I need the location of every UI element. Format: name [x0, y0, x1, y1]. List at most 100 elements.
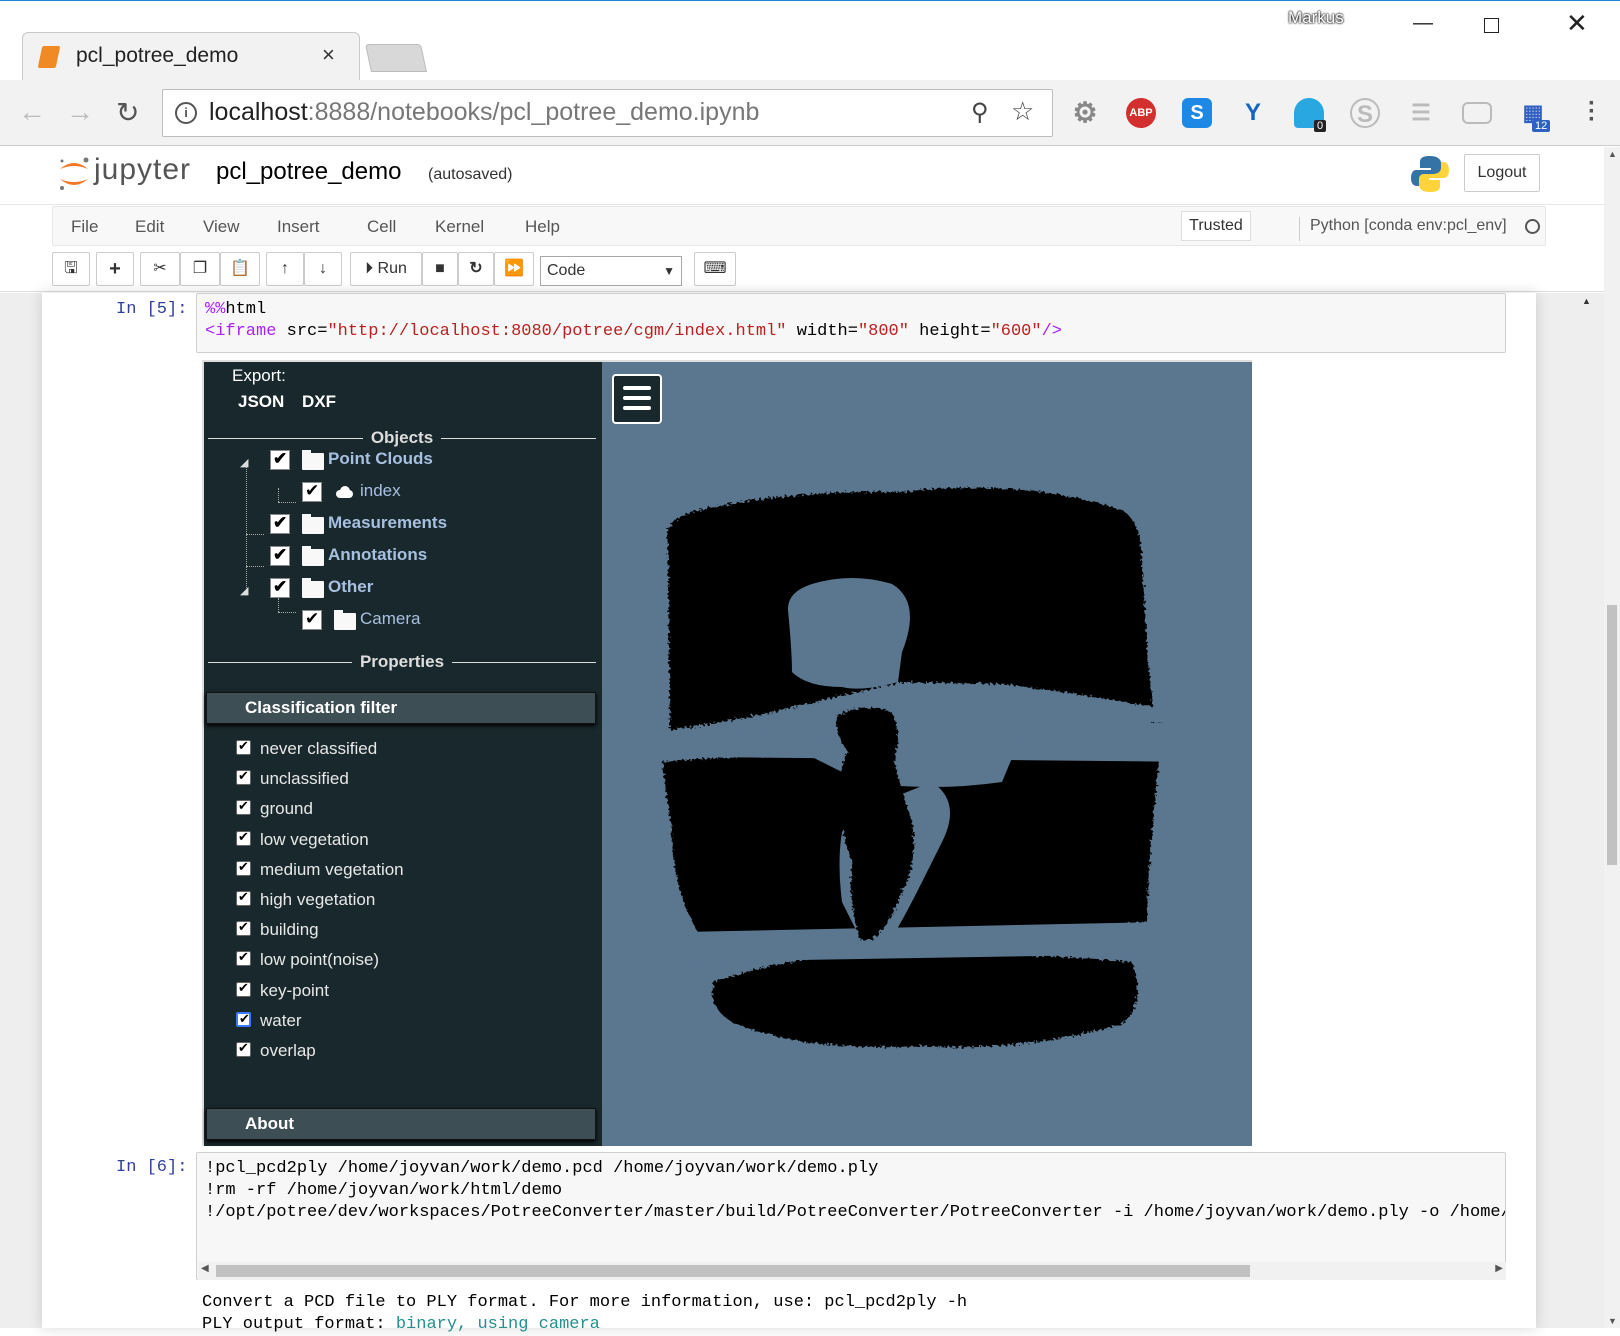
- copy-icon[interactable]: ❐: [180, 252, 220, 286]
- class-checkbox[interactable]: [236, 738, 251, 755]
- adblock-icon[interactable]: ABP: [1126, 98, 1156, 128]
- page-scrollbar[interactable]: ▲ ▼: [1604, 147, 1620, 1328]
- maximize-window-button[interactable]: [1484, 18, 1499, 33]
- output-highlight: binary, using camera: [395, 1315, 600, 1334]
- tree-line: [278, 612, 296, 613]
- skype-s-icon[interactable]: S: [1182, 98, 1212, 128]
- back-icon[interactable]: ←: [18, 96, 46, 128]
- skype-icon[interactable]: S: [1350, 98, 1380, 128]
- keyboard-icon[interactable]: ⌨: [694, 252, 736, 286]
- tree-item-measurements[interactable]: Measurements: [270, 512, 570, 538]
- camera-checkbox[interactable]: [302, 609, 322, 630]
- menu-toggle-button[interactable]: [612, 374, 662, 424]
- menu-kernel[interactable]: Kernel: [435, 217, 484, 237]
- save-icon[interactable]: 🖫: [52, 252, 90, 286]
- menu-edit[interactable]: Edit: [135, 217, 164, 237]
- bookmark-star-icon[interactable]: ☆: [1011, 96, 1034, 127]
- scrollbar-thumb[interactable]: [216, 1265, 1250, 1277]
- logout-button[interactable]: Logout: [1464, 154, 1540, 192]
- insert-cell-icon[interactable]: +: [96, 252, 134, 286]
- tree-line: [246, 534, 264, 535]
- paste-icon[interactable]: 📋: [220, 252, 260, 286]
- run-button[interactable]: ⏵ Run: [350, 252, 422, 286]
- notebook-name[interactable]: pcl_potree_demo: [216, 158, 401, 186]
- menu-insert[interactable]: Insert: [277, 217, 320, 237]
- restart-run-all-icon[interactable]: ⏩: [494, 252, 534, 286]
- about-accordion[interactable]: About: [206, 1108, 596, 1140]
- point-clouds-checkbox[interactable]: [270, 449, 290, 470]
- scrollbar-thumb[interactable]: [1607, 605, 1617, 865]
- reload-icon[interactable]: ↻: [116, 96, 139, 129]
- collapse-triangle-icon[interactable]: ◢: [240, 456, 248, 469]
- scroll-up-icon[interactable]: ▲: [1608, 149, 1617, 159]
- classification-filter-accordion[interactable]: Classification filter: [206, 692, 596, 724]
- point-cloud-viewer[interactable]: [602, 362, 1252, 1146]
- url-text[interactable]: localhost:8888/notebooks/pcl_potree_demo…: [209, 98, 759, 127]
- index-checkbox[interactable]: [302, 481, 322, 502]
- close-window-button[interactable]: ✕: [1566, 8, 1588, 39]
- yammer-icon[interactable]: Y: [1238, 98, 1268, 128]
- tree-item-index[interactable]: index: [302, 480, 562, 506]
- settings-icon[interactable]: ⚙: [1070, 98, 1100, 128]
- class-checkbox[interactable]: [236, 859, 251, 876]
- jupyter-logo-text[interactable]: jupyter: [94, 153, 191, 187]
- trusted-indicator[interactable]: Trusted: [1181, 211, 1251, 241]
- tree-label: Measurements: [328, 513, 448, 532]
- code-cell-input[interactable]: %%html <iframe src="http://localhost:808…: [196, 293, 1506, 353]
- class-checkbox[interactable]: [236, 889, 251, 906]
- interrupt-icon[interactable]: ■: [422, 252, 458, 286]
- annotations-checkbox[interactable]: [270, 545, 290, 566]
- attr-width: width=: [786, 322, 858, 341]
- export-json-button[interactable]: JSON: [238, 392, 284, 412]
- profile-name[interactable]: Markus: [1288, 8, 1344, 28]
- class-checkbox[interactable]: [236, 1011, 251, 1027]
- scroll-up-icon[interactable]: ▲: [1582, 296, 1591, 306]
- horizontal-scrollbar[interactable]: ◀ ▶: [198, 1262, 1506, 1280]
- jupyter-logo-icon[interactable]: [56, 155, 92, 193]
- cast-icon[interactable]: [1462, 102, 1492, 124]
- class-checkbox[interactable]: [236, 949, 251, 967]
- scroll-right-icon[interactable]: ▶: [1495, 1263, 1503, 1274]
- class-checkbox[interactable]: [236, 980, 251, 997]
- tree-item-other[interactable]: Other: [270, 576, 570, 602]
- other-checkbox[interactable]: [270, 577, 290, 598]
- browser-menu-icon[interactable]: · · ·: [1588, 92, 1598, 132]
- menu-icon-line: [623, 386, 651, 390]
- menu-help[interactable]: Help: [525, 217, 560, 237]
- menu-cell[interactable]: Cell: [367, 217, 396, 237]
- forward-icon[interactable]: →: [66, 96, 94, 128]
- scroll-down-icon[interactable]: ▼: [1608, 1316, 1617, 1326]
- tab-close-icon[interactable]: ×: [322, 42, 335, 68]
- tree-item-camera[interactable]: Camera: [302, 608, 562, 634]
- zoom-icon[interactable]: ⚲: [971, 98, 989, 127]
- cut-icon[interactable]: ✂: [140, 252, 180, 286]
- code-cell-input[interactable]: !pcl_pcd2ply /home/joyvan/work/demo.pcd …: [196, 1152, 1506, 1280]
- menu-file[interactable]: File: [71, 217, 98, 237]
- menu-view[interactable]: View: [203, 217, 240, 237]
- move-down-icon[interactable]: ↓: [304, 252, 342, 286]
- potree-iframe[interactable]: Export: JSON DXF Objects ◢ Point Clouds …: [202, 360, 1252, 1146]
- tree-badge: 12: [1532, 120, 1551, 132]
- new-tab-button[interactable]: [365, 44, 427, 72]
- folder-icon: [302, 578, 324, 598]
- cell-type-select[interactable]: Code: [540, 256, 682, 286]
- collapse-triangle-icon[interactable]: ◢: [240, 584, 248, 597]
- scroll-left-icon[interactable]: ◀: [201, 1263, 209, 1274]
- class-checkbox[interactable]: [236, 919, 251, 937]
- tab-title[interactable]: pcl_potree_demo: [76, 44, 238, 68]
- address-bar[interactable]: i localhost:8888/notebooks/pcl_potree_de…: [162, 89, 1053, 137]
- minimize-window-button[interactable]: —: [1408, 12, 1438, 42]
- class-checkbox[interactable]: [236, 1040, 251, 1057]
- class-checkbox[interactable]: [236, 768, 251, 786]
- class-checkbox[interactable]: [236, 829, 251, 846]
- move-up-icon[interactable]: ↑: [266, 252, 304, 286]
- measurements-checkbox[interactable]: [270, 513, 290, 534]
- class-label: key-point: [260, 980, 329, 1000]
- class-checkbox[interactable]: [236, 798, 251, 816]
- restart-icon[interactable]: ↻: [458, 252, 494, 286]
- tree-item-point-clouds[interactable]: Point Clouds: [270, 448, 570, 474]
- tree-item-annotations[interactable]: Annotations: [270, 544, 570, 570]
- site-info-icon[interactable]: i: [175, 102, 197, 124]
- export-dxf-button[interactable]: DXF: [302, 392, 336, 412]
- reader-icon[interactable]: ☰: [1406, 98, 1436, 128]
